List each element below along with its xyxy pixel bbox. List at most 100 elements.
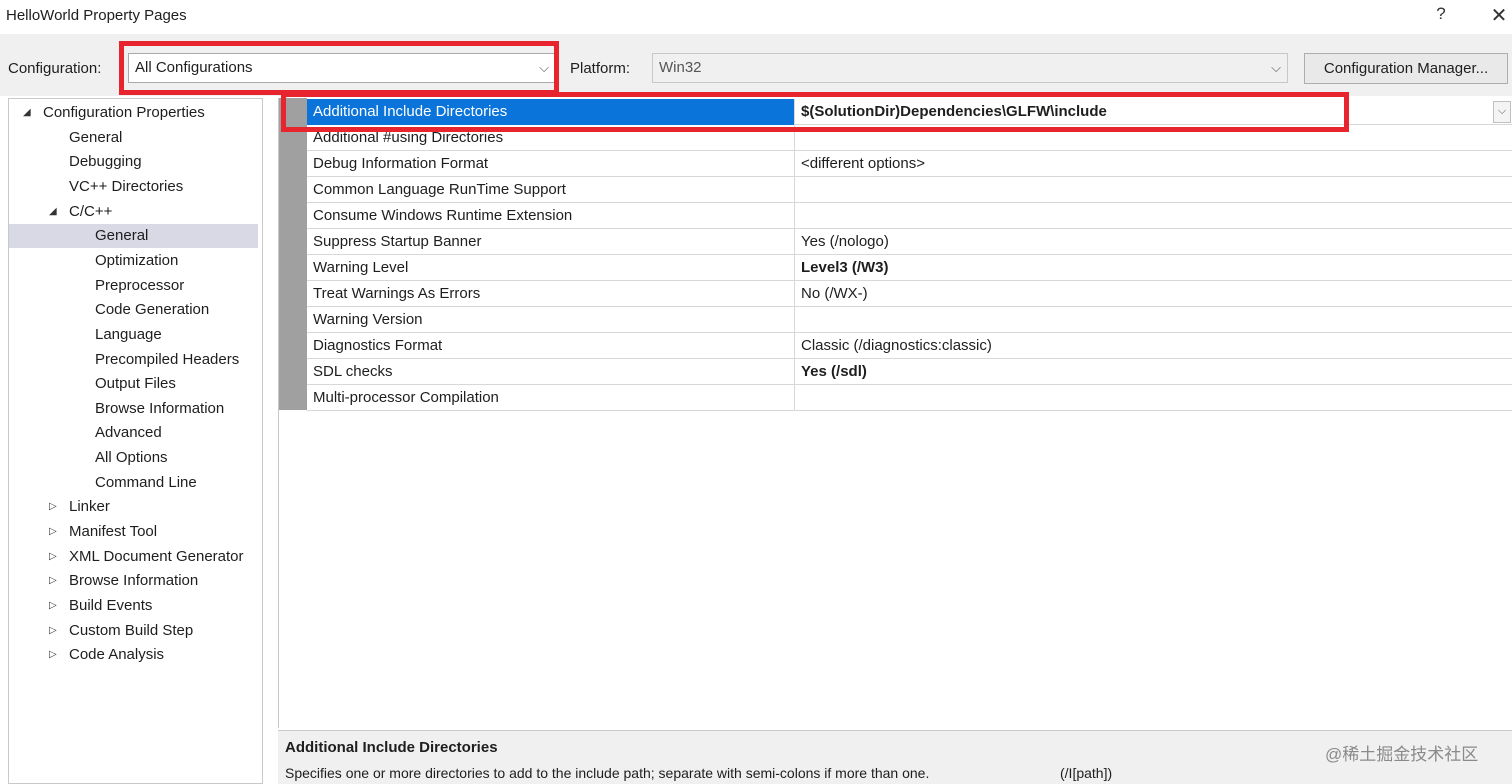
property-value[interactable] <box>795 177 1512 203</box>
collapse-arrow-icon[interactable]: ◢ <box>49 206 57 217</box>
tree-item[interactable]: Preprocessor <box>9 274 258 298</box>
property-value[interactable]: Yes (/sdl) <box>795 359 1512 385</box>
tree-item[interactable]: ▷ Manifest Tool <box>9 520 258 544</box>
property-value[interactable]: $(SolutionDir)Dependencies\GLFW\include <box>795 99 1512 125</box>
tree-item-label: Advanced <box>95 424 162 442</box>
tree-item-label: General <box>69 128 123 146</box>
property-value[interactable] <box>795 307 1512 333</box>
tree-item-label: General <box>95 227 149 245</box>
property-tree[interactable]: ◢ Configuration Properties General Debuggin… <box>8 98 263 784</box>
tree-item-label: Custom Build Step <box>69 621 194 639</box>
configuration-manager-button[interactable]: Configuration Manager... <box>1304 53 1508 84</box>
expand-arrow-icon[interactable]: ▷ <box>49 526 57 537</box>
property-value[interactable]: No (/WX-) <box>795 281 1512 307</box>
tree-item[interactable]: ▷ Code Analysis <box>9 643 258 667</box>
property-row[interactable]: Warning Level Level3 (/W3) <box>307 255 1512 281</box>
tree-item[interactable]: Browse Information <box>9 397 258 421</box>
property-row[interactable]: Additional Include Directories $(Solution… <box>307 99 1512 125</box>
property-row[interactable]: Suppress Startup Banner Yes (/nologo) <box>307 229 1512 255</box>
property-row[interactable]: Common Language RunTime Support <box>307 177 1512 203</box>
help-icon[interactable]: ? <box>1432 4 1450 26</box>
expand-arrow-icon[interactable]: ▷ <box>49 575 57 586</box>
configuration-bar: Configuration: All Configurations ⌵ Plat… <box>0 34 1512 96</box>
property-name: Warning Level <box>307 255 795 281</box>
description-text: Specifies one or more directories to add… <box>285 765 930 781</box>
tree-item[interactable]: All Options <box>9 446 258 470</box>
tree-item-label: All Options <box>95 449 168 467</box>
tree-item-label: Browse Information <box>69 572 199 590</box>
configuration-value: All Configurations <box>135 59 253 76</box>
property-row[interactable]: Debug Information Format <different optio… <box>307 151 1512 177</box>
expand-arrow-icon[interactable]: ▷ <box>49 501 57 512</box>
property-row[interactable]: Consume Windows Runtime Extension <box>307 203 1512 229</box>
tree-item-label: Code Analysis <box>69 646 165 664</box>
tree-item[interactable]: Output Files <box>9 372 258 396</box>
platform-dropdown[interactable]: Win32 ⌵ <box>652 53 1288 83</box>
tree-item-label: Build Events <box>69 597 153 614</box>
chevron-down-icon[interactable]: ⌵ <box>1493 101 1511 123</box>
tree-item-label: Optimization <box>95 251 179 269</box>
platform-label: Platform: <box>570 60 631 77</box>
description-switch: (/I[path]) <box>1060 765 1113 781</box>
property-value[interactable] <box>795 385 1512 411</box>
tree-item-label: Preprocessor <box>95 276 185 294</box>
property-row[interactable]: Multi-processor Compilation <box>307 385 1512 411</box>
expand-arrow-icon[interactable]: ▷ <box>49 551 57 562</box>
chevron-down-icon: ⌵ <box>1271 60 1281 75</box>
tree-item-label: Manifest Tool <box>69 523 158 541</box>
tree-item[interactable]: ▷ XML Document Generator <box>9 545 258 569</box>
property-name: Consume Windows Runtime Extension <box>307 203 795 229</box>
tree-item[interactable]: Command Line <box>9 471 258 495</box>
expand-arrow-icon[interactable]: ▷ <box>49 625 57 636</box>
tree-item[interactable]: VC++ Directories <box>9 175 258 199</box>
tree-item-label: Configuration Properties <box>43 104 205 121</box>
property-row[interactable]: Additional #using Directories <box>307 125 1512 151</box>
tree-item[interactable]: ◢ C/C++ <box>9 200 258 224</box>
tree-item[interactable]: ▷ Browse Information <box>9 569 258 593</box>
property-value[interactable] <box>795 203 1512 229</box>
tree-item-label: Command Line <box>95 473 197 491</box>
tree-item[interactable]: General <box>9 224 258 249</box>
tree-item[interactable]: ▷ Build Events <box>9 594 258 618</box>
tree-item[interactable]: ▷ Linker <box>9 495 258 519</box>
tree-item[interactable]: Optimization <box>9 249 258 273</box>
property-row[interactable]: Treat Warnings As Errors No (/WX-) <box>307 281 1512 307</box>
property-value[interactable]: Level3 (/W3) <box>795 255 1512 281</box>
tree-item[interactable]: Language <box>9 323 258 347</box>
expand-arrow-icon[interactable]: ▷ <box>49 649 57 660</box>
property-name: Additional Include Directories <box>307 99 795 125</box>
close-icon[interactable]: ✕ <box>1488 3 1510 27</box>
property-name: Additional #using Directories <box>307 125 795 151</box>
tree-item-label: XML Document Generator <box>69 547 244 565</box>
property-value[interactable] <box>795 125 1512 151</box>
description-title: Additional Include Directories <box>285 739 498 756</box>
tree-item-label: Browse Information <box>95 399 225 417</box>
tree-item[interactable]: Advanced <box>9 421 258 445</box>
configuration-label: Configuration: <box>8 60 102 77</box>
tree-item[interactable]: General <box>9 126 258 150</box>
tree-item[interactable]: Precompiled Headers <box>9 348 258 372</box>
tree-item[interactable]: Code Generation <box>9 298 258 322</box>
configuration-dropdown[interactable]: All Configurations ⌵ <box>128 53 556 83</box>
tree-item-label: Debugging <box>69 153 142 171</box>
property-value[interactable]: Yes (/nologo) <box>795 229 1512 255</box>
property-row[interactable]: SDL checks Yes (/sdl) <box>307 359 1512 385</box>
watermark: @稀土掘金技术社区 <box>1325 745 1479 764</box>
collapse-arrow-icon[interactable]: ◢ <box>23 107 31 118</box>
title-bar: HelloWorld Property Pages ? ✕ <box>0 0 1512 34</box>
tree-item[interactable]: ▷ Custom Build Step <box>9 619 258 643</box>
property-row[interactable]: Warning Version <box>307 307 1512 333</box>
property-name: Common Language RunTime Support <box>307 177 795 203</box>
property-name: SDL checks <box>307 359 795 385</box>
tree-item[interactable]: ◢ Configuration Properties <box>9 101 258 125</box>
platform-value: Win32 <box>659 59 702 76</box>
window-title: HelloWorld Property Pages <box>6 7 187 24</box>
property-row[interactable]: Diagnostics Format Classic (/diagnostics:… <box>307 333 1512 359</box>
tree-item[interactable]: Debugging <box>9 150 258 174</box>
property-value[interactable]: Classic (/diagnostics:classic) <box>795 333 1512 359</box>
property-grid[interactable]: Additional Include Directories $(Solution… <box>278 98 1512 728</box>
expand-arrow-icon[interactable]: ▷ <box>49 600 57 611</box>
tree-item-label: Code Generation <box>95 301 210 319</box>
property-value[interactable]: <different options> <box>795 151 1512 177</box>
grid-gutter <box>279 98 307 410</box>
